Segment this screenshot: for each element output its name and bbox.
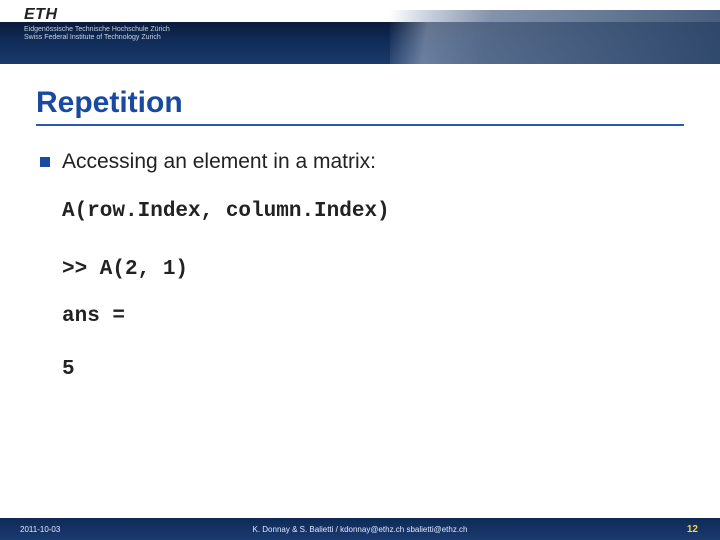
code-ans-line: ans =	[62, 305, 125, 328]
footer-date: 2011-10-03	[20, 525, 60, 534]
code-result-line: 5	[62, 358, 75, 381]
footer-page-number: 12	[687, 524, 698, 535]
code-syntax-line: A(row.Index, column.Index)	[62, 200, 390, 223]
bullet-text: Accessing an element in a matrix:	[62, 150, 376, 174]
slide-title: Repetition	[36, 86, 183, 120]
bullet-row: Accessing an element in a matrix:	[40, 150, 376, 174]
slide-header: ETH Eidgenössische Technische Hochschule…	[0, 0, 720, 60]
logo-text: ETH	[24, 6, 58, 23]
bullet-square-icon	[40, 157, 50, 167]
slide-footer: 2011-10-03 K. Donnay & S. Balietti / kdo…	[0, 518, 720, 540]
institution-subtext: Eidgenössische Technische Hochschule Zür…	[24, 26, 170, 43]
subtext-line1: Eidgenössische Technische Hochschule Zür…	[24, 26, 170, 34]
code-command-line: >> A(2, 1)	[62, 258, 188, 281]
title-underline	[36, 124, 684, 126]
eth-logo: ETH	[24, 6, 58, 24]
footer-credit: K. Donnay & S. Balietti / kdonnay@ethz.c…	[252, 525, 467, 534]
header-photo	[390, 10, 720, 64]
subtext-line2: Swiss Federal Institute of Technology Zu…	[24, 34, 170, 42]
